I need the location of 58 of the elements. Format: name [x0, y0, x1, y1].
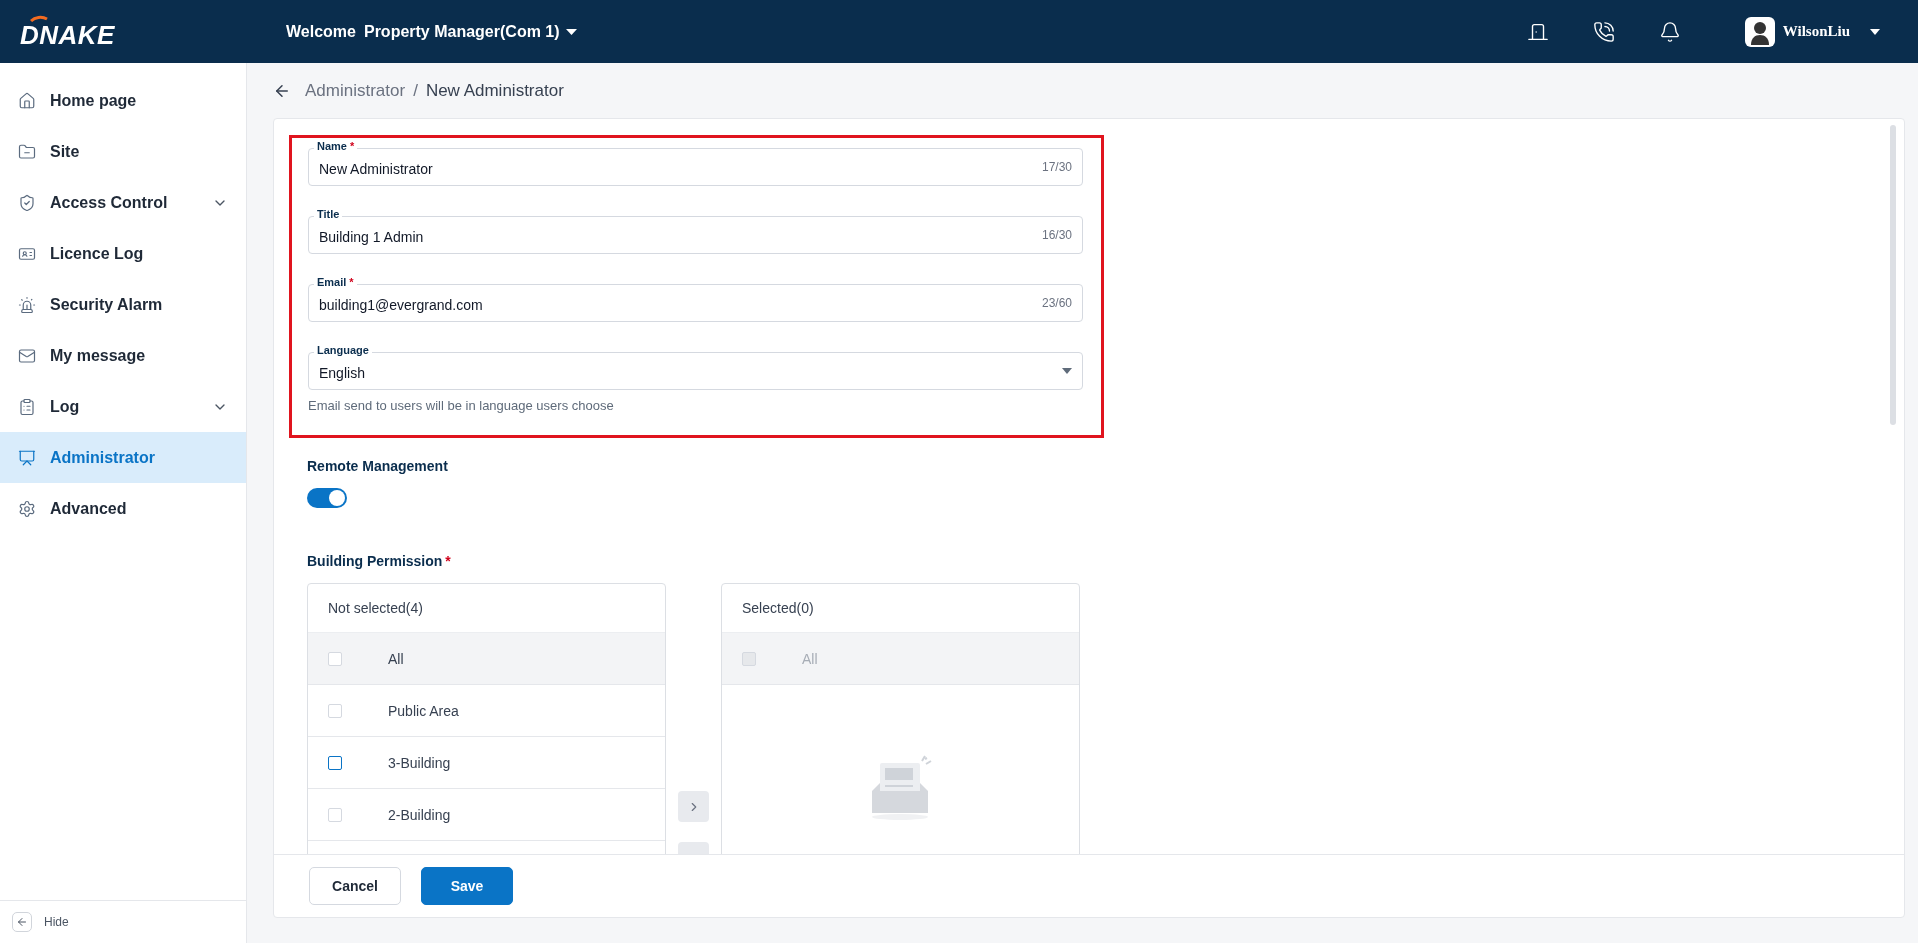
dropdown-caret-icon [1062, 368, 1072, 374]
character-counter: 16/30 [1041, 228, 1072, 242]
field-value: Building 1 Admin [319, 228, 425, 245]
sidebar-item[interactable]: Home page [0, 75, 246, 126]
field-value: English [319, 364, 366, 381]
section-label: Building Permission * [307, 553, 452, 569]
clipboard-icon [18, 397, 36, 416]
bell-icon[interactable] [1658, 20, 1681, 43]
character-counter: 23/60 [1041, 296, 1072, 310]
select-all-row[interactable]: All [308, 633, 665, 685]
row-label: All [802, 650, 818, 667]
logo[interactable]: DNAKE [20, 14, 115, 49]
welcome-text: Welcome [286, 22, 356, 41]
sidebar-item[interactable]: Site [0, 126, 246, 177]
folder-icon [18, 142, 36, 161]
role-dropdown[interactable]: Property Manager(Com 1) [363, 22, 577, 41]
arrow-left-icon [16, 916, 28, 928]
field-label: Title [314, 207, 343, 221]
shield-icon [18, 193, 36, 212]
character-counter: 17/30 [1041, 160, 1072, 174]
sidebar-item[interactable]: Log [0, 381, 246, 432]
row-label: All [388, 650, 404, 667]
field-label: Language [314, 343, 372, 357]
sidebar-item[interactable]: Access Control [0, 177, 246, 228]
mail-icon [18, 346, 36, 365]
toggle-switch[interactable] [307, 488, 347, 508]
user-name[interactable]: WilsonLiu [1782, 23, 1850, 40]
required-mark: * [445, 553, 451, 569]
helper-text: Email send to users will be in language users choose [308, 398, 615, 413]
row-label: 3-Building [388, 754, 451, 771]
row-label: Public Area [388, 702, 459, 719]
field-label: Email * [314, 275, 357, 289]
scrollbar[interactable] [1890, 125, 1896, 425]
caret-icon[interactable] [1870, 28, 1880, 35]
sidebar-item[interactable]: Advanced [0, 483, 246, 534]
field-label: Name * [314, 139, 358, 153]
save-button[interactable]: Save [421, 867, 513, 905]
breadcrumb-link[interactable]: Administrator [305, 80, 406, 101]
phone-icon[interactable] [1592, 20, 1615, 43]
sidebar-item[interactable]: My message [0, 330, 246, 381]
home-icon [18, 91, 36, 110]
sidebar-item[interactable]: Licence Log [0, 228, 246, 279]
field-value: building1@evergrand.com [319, 296, 484, 313]
monitor-icon [18, 448, 36, 467]
breadcrumb-current: New Administrator [425, 80, 564, 101]
settings-icon [18, 499, 36, 518]
section-label: Remote Management [307, 458, 449, 474]
row-label: 2-Building [388, 806, 451, 823]
field-value: New Administrator [319, 160, 434, 177]
caret-icon[interactable] [565, 28, 577, 35]
checkbox[interactable] [328, 755, 342, 770]
breadcrumb-separator: / [413, 80, 418, 101]
siren-icon [18, 295, 36, 314]
cancel-button[interactable]: Cancel [309, 867, 401, 905]
sidebar-item[interactable]: Administrator [0, 432, 246, 483]
avatar[interactable] [1744, 16, 1775, 47]
hide-label: Hide [44, 915, 69, 929]
sidebar-item[interactable]: Security Alarm [0, 279, 246, 330]
